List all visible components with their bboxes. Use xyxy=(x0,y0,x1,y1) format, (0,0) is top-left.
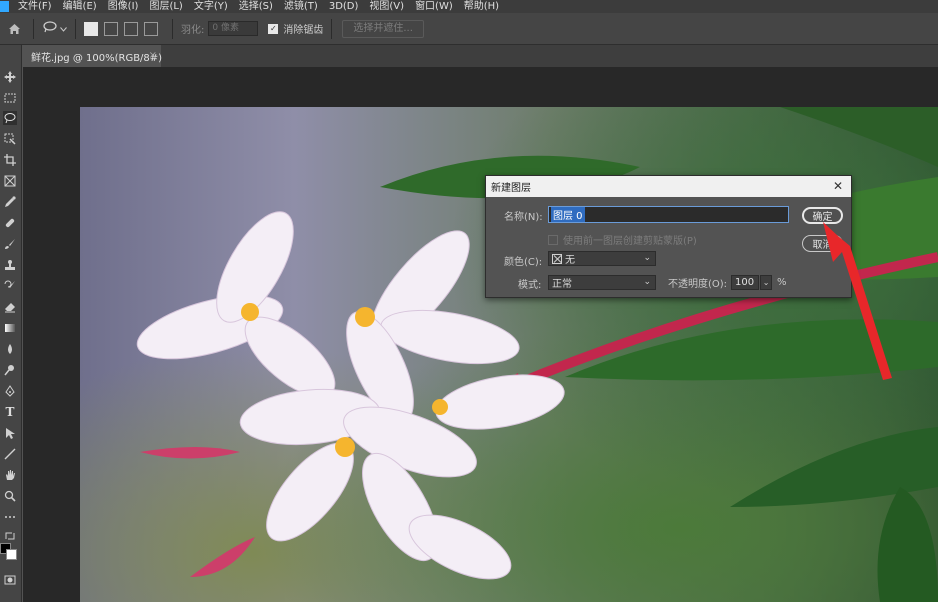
divider xyxy=(33,18,34,39)
more-tools-icon[interactable] xyxy=(3,510,17,524)
clipping-mask-option: 使用前一图层创建剪贴蒙版(P) xyxy=(548,232,697,247)
photoshop-window: 文件(F) 编辑(E) 图像(I) 图层(L) 文字(Y) 选择(S) 滤镜(T… xyxy=(0,0,938,602)
home-icon[interactable] xyxy=(3,18,25,40)
line-tool-icon[interactable] xyxy=(3,447,17,461)
eyedropper-tool-icon[interactable] xyxy=(3,195,17,209)
menu-help[interactable]: 帮助(H) xyxy=(464,0,499,13)
chevron-down-icon: ⌄ xyxy=(643,277,651,287)
clipping-mask-label: 使用前一图层创建剪贴蒙版(P) xyxy=(563,236,697,247)
hand-tool-icon[interactable] xyxy=(3,468,17,482)
clone-stamp-tool-icon[interactable] xyxy=(3,258,17,272)
marquee-tool-icon[interactable] xyxy=(3,91,17,105)
dodge-tool-icon[interactable] xyxy=(3,363,17,377)
ok-button[interactable]: 确定 xyxy=(802,207,843,224)
zoom-tool-icon[interactable] xyxy=(3,489,17,503)
type-tool-icon[interactable]: T xyxy=(3,405,17,419)
lasso-preset-picker[interactable] xyxy=(42,21,67,36)
mode-value: 正常 xyxy=(552,279,572,290)
photoshop-logo-icon[interactable] xyxy=(0,1,9,12)
lasso-tool-icon[interactable] xyxy=(3,111,17,125)
canvas-area[interactable] xyxy=(23,67,938,602)
quick-mask-icon[interactable] xyxy=(3,573,17,587)
blend-mode-select[interactable]: 正常 ⌄ xyxy=(548,275,656,290)
divider xyxy=(75,18,76,39)
swap-colors-icon[interactable] xyxy=(3,529,17,543)
menu-image[interactable]: 图像(I) xyxy=(108,0,139,13)
document-tab[interactable]: 鲜花.jpg @ 100%(RGB/8#) × xyxy=(23,45,163,67)
cancel-button[interactable]: 取消 xyxy=(802,235,843,252)
no-color-icon xyxy=(552,253,562,264)
feather-input[interactable]: 0 像素 xyxy=(208,21,259,36)
close-icon[interactable]: ✕ xyxy=(833,179,843,193)
new-layer-dialog: 新建图层 ✕ 名称(N): 图层 0 使用前一图层创建剪贴蒙版(P) 颜色(C)… xyxy=(485,175,852,298)
feather-label: 羽化: xyxy=(181,25,205,36)
background-color-swatch[interactable] xyxy=(6,549,17,560)
options-bar: 羽化: 0 像素 ✓ 消除锯齿 选择并遮住... xyxy=(0,13,938,45)
menu-edit[interactable]: 编辑(E) xyxy=(63,0,97,13)
layer-name-input[interactable]: 图层 0 xyxy=(548,206,789,223)
brush-tool-icon[interactable] xyxy=(3,237,17,251)
crop-tool-icon[interactable] xyxy=(3,153,17,167)
name-label: 名称(N): xyxy=(504,212,543,223)
opacity-unit: % xyxy=(777,277,787,288)
opacity-row: 不透明度(O): 100 ⌄ % xyxy=(668,275,787,290)
opacity-label: 不透明度(O): xyxy=(668,279,728,290)
move-tool-icon[interactable] xyxy=(3,70,17,84)
menu-view[interactable]: 视图(V) xyxy=(369,0,404,13)
path-selection-tool-icon[interactable] xyxy=(3,426,17,440)
frame-tool-icon[interactable] xyxy=(3,174,17,188)
history-brush-tool-icon[interactable] xyxy=(3,279,17,293)
menu-filter[interactable]: 滤镜(T) xyxy=(284,0,318,13)
mode-label: 模式: xyxy=(518,280,542,291)
object-selection-tool-icon[interactable] xyxy=(3,132,17,146)
type-tool-glyph: T xyxy=(5,405,15,419)
pen-tool-icon[interactable] xyxy=(3,384,17,398)
healing-brush-tool-icon[interactable] xyxy=(3,216,17,230)
color-value: 无 xyxy=(565,255,575,266)
color-label: 颜色(C): xyxy=(504,257,543,268)
menu-type[interactable]: 文字(Y) xyxy=(194,0,228,13)
document-tab-title: 鲜花.jpg @ 100%(RGB/8#) xyxy=(31,52,163,64)
divider xyxy=(172,18,173,39)
chevron-down-icon: ⌄ xyxy=(643,253,651,263)
clipping-mask-checkbox xyxy=(548,234,558,245)
gradient-tool-icon[interactable] xyxy=(3,321,17,335)
antialias-checkbox[interactable]: ✓ xyxy=(268,23,279,34)
dialog-titlebar[interactable]: 新建图层 ✕ xyxy=(486,176,851,197)
menu-file[interactable]: 文件(F) xyxy=(18,0,52,13)
select-and-mask-button[interactable]: 选择并遮住... xyxy=(342,19,424,38)
menu-3d[interactable]: 3D(D) xyxy=(329,0,359,13)
tools-panel: T xyxy=(0,45,22,602)
opacity-input[interactable]: 100 xyxy=(731,275,760,290)
color-select[interactable]: 无 ⌄ xyxy=(548,251,656,266)
chevron-down-icon xyxy=(60,22,67,35)
menu-window[interactable]: 窗口(W) xyxy=(415,0,453,13)
menu-select[interactable]: 选择(S) xyxy=(239,0,273,13)
antialias-label: 消除锯齿 xyxy=(283,25,324,36)
close-icon[interactable]: × xyxy=(149,50,157,61)
new-selection-icon[interactable] xyxy=(84,21,98,36)
dialog-title: 新建图层 xyxy=(491,183,531,194)
lasso-icon xyxy=(42,21,58,36)
subtract-from-selection-icon[interactable] xyxy=(124,21,138,36)
opacity-dropdown-icon[interactable]: ⌄ xyxy=(760,275,773,290)
intersect-selection-icon[interactable] xyxy=(144,21,158,36)
divider xyxy=(331,18,333,39)
document-tab-bar: 鲜花.jpg @ 100%(RGB/8#) × xyxy=(23,45,938,67)
blur-tool-icon[interactable] xyxy=(3,342,17,356)
eraser-tool-icon[interactable] xyxy=(3,300,17,314)
menu-bar: 文件(F) 编辑(E) 图像(I) 图层(L) 文字(Y) 选择(S) 滤镜(T… xyxy=(0,0,938,13)
add-to-selection-icon[interactable] xyxy=(104,21,118,36)
menu-layer[interactable]: 图层(L) xyxy=(149,0,182,13)
layer-name-value: 图层 0 xyxy=(551,207,585,222)
